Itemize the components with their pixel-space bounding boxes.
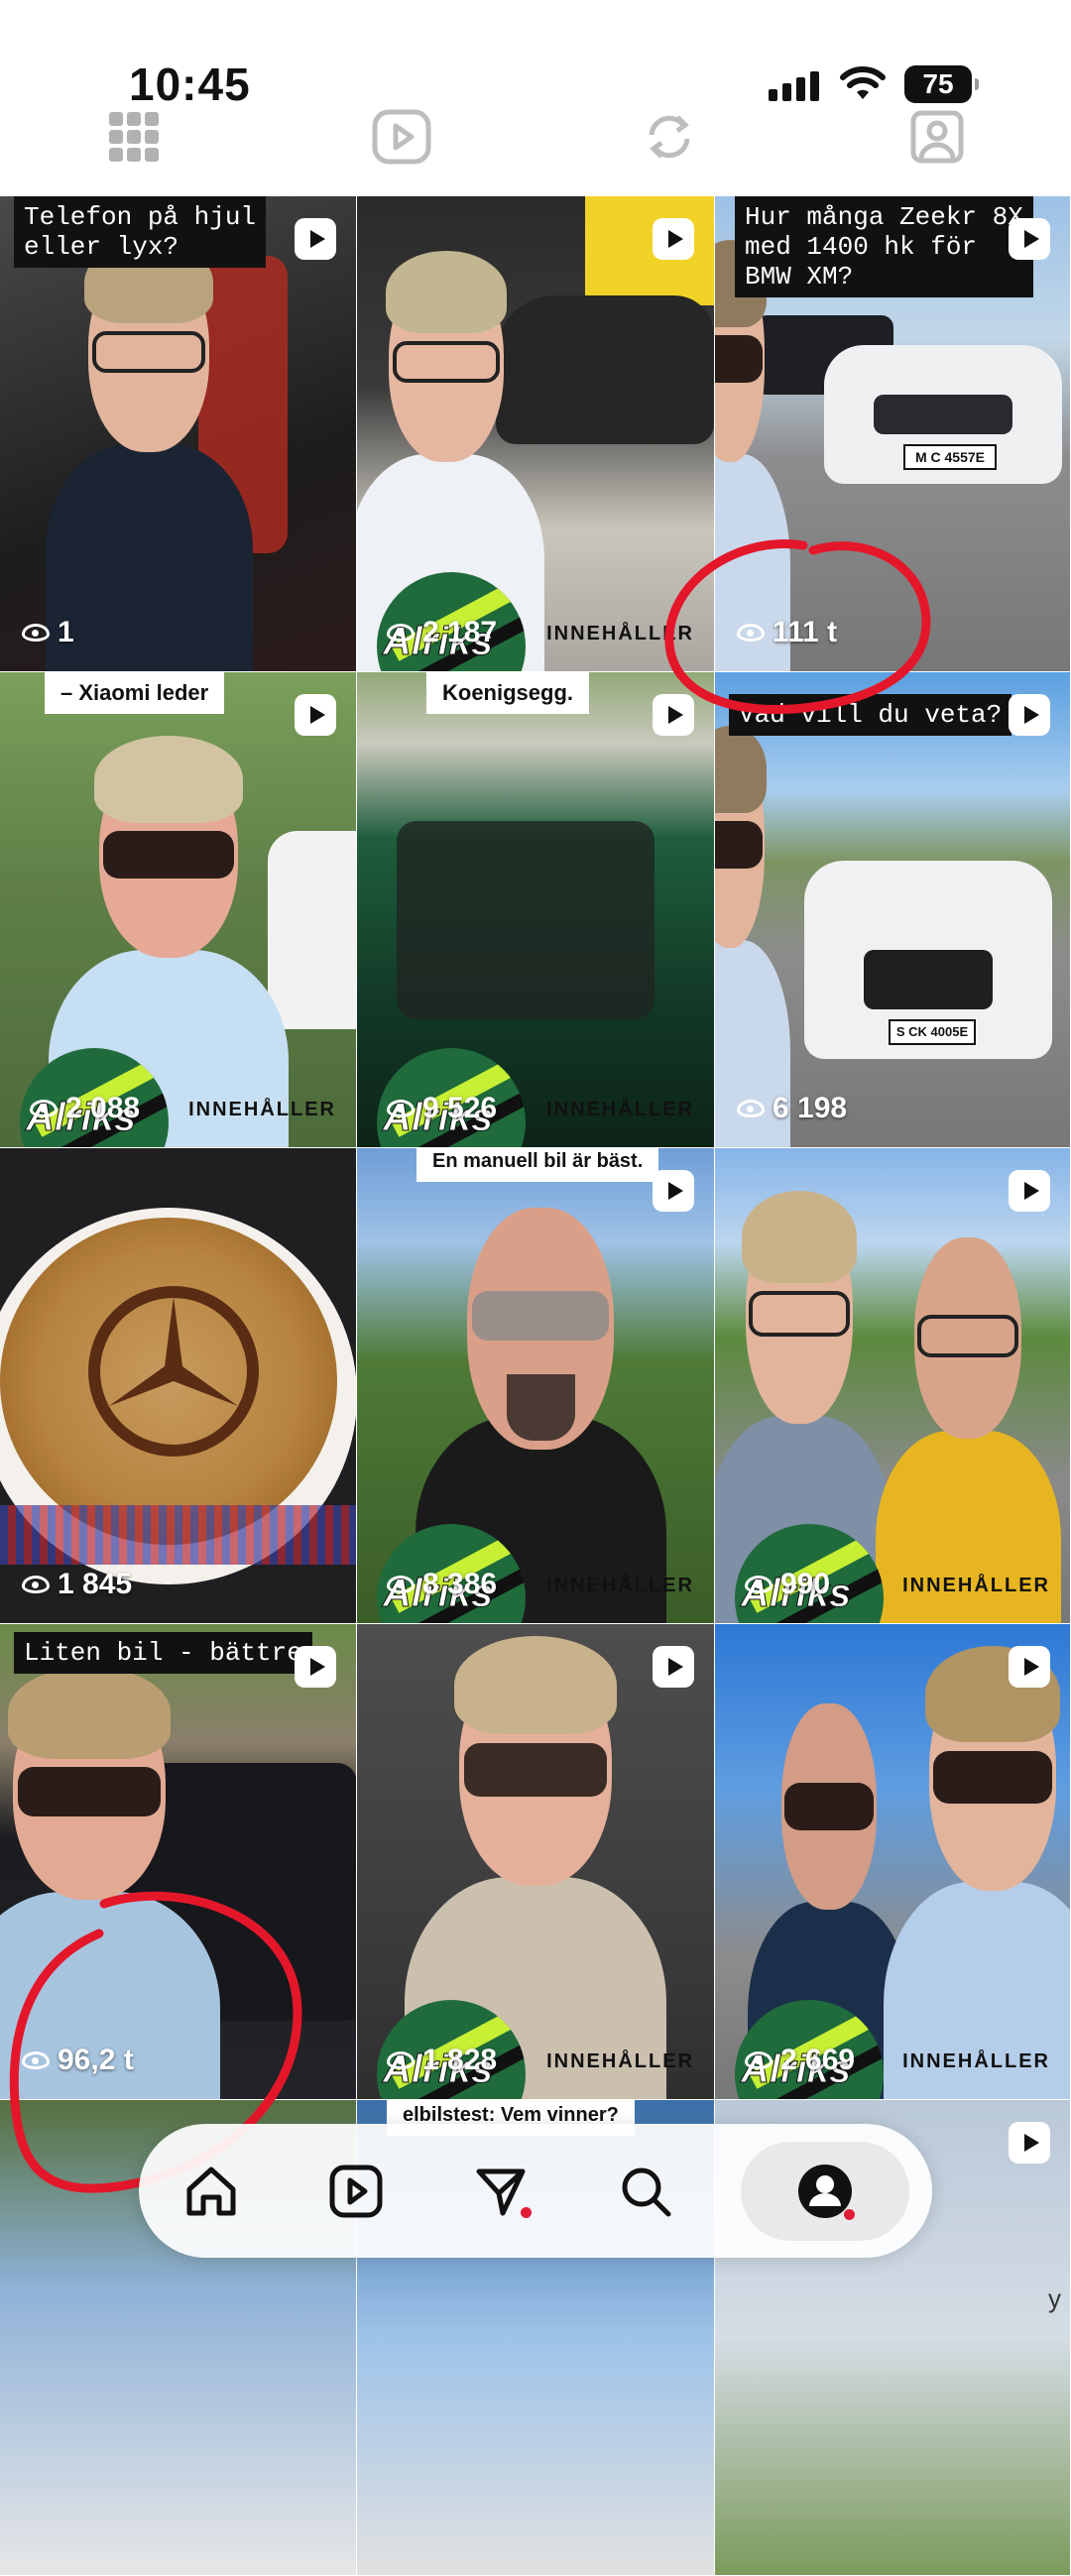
home-icon [186,2166,236,2215]
post-caption: Vad vill du veta? [729,694,1012,736]
reel-icon [1009,2122,1050,2164]
reel-icon [295,218,336,260]
post-caption: Telefon på hjul eller lyx? [14,196,267,268]
eye-icon [387,2051,415,2069]
tab-grid[interactable] [0,104,268,169]
ad-label: INNEHÅLLER [546,1099,694,1120]
reel-icon [1009,218,1050,260]
battery-icon: 75 [904,65,979,103]
post-tile[interactable]: – Xiaomi leder Alriks 2 088 INNEHÅLLER [0,672,357,1148]
tagged-icon [910,110,964,163]
view-count: 2 187 [387,616,497,649]
view-count: 990 [745,1568,830,1601]
reel-icon [1009,694,1050,736]
reel-icon [653,218,694,260]
post-tile[interactable]: S CK 4005E Vad vill du veta? 6 198 [715,672,1071,1148]
ad-label: INNEHÅLLER [902,1575,1050,1596]
reel-icon [295,1646,336,1688]
post-tile[interactable]: Alriks 1 828 INNEHÅLLER [357,1624,715,2100]
ad-label: INNEHÅLLER [546,623,694,644]
nav-profile[interactable] [741,2141,909,2241]
reel-icon [653,694,694,736]
eye-icon [387,1576,415,1593]
eye-icon [387,624,415,642]
nav-reels[interactable] [306,2142,406,2241]
reel-icon [295,694,336,736]
license-plate: S CK 4005E [889,1019,976,1045]
tab-reels[interactable] [268,104,536,169]
profile-content-tabs [0,104,1071,169]
eye-icon [22,624,50,642]
nav-direct-messages[interactable] [451,2142,550,2241]
post-tile[interactable]: Telefon på hjul eller lyx? 1 [0,196,357,672]
post-tile[interactable]: 1 845 [0,1148,357,1624]
reel-icon [653,1646,694,1688]
ad-label: INNEHÅLLER [546,2050,694,2072]
nav-home[interactable] [162,2142,261,2241]
cellular-signal-icon [769,71,819,101]
eye-icon [387,1100,415,1117]
post-caption: Liten bil - bättre [14,1632,312,1674]
eye-icon [22,1576,50,1593]
bottom-nav-bar [139,2124,932,2258]
eye-icon [22,2051,50,2069]
post-tile[interactable]: Alriks 2 669 INNEHÅLLER [715,1624,1071,2100]
search-icon [622,2167,671,2216]
ad-label: INNEHÅLLER [188,1099,336,1120]
view-count: 2 669 [745,2044,855,2077]
view-count: 96,2 t [22,2044,134,2077]
corner-glyph: y [1048,2283,1061,2313]
view-count: 8 386 [387,1568,497,1601]
notification-dot [521,2206,532,2218]
post-tile[interactable]: M C 4557E Hur många Zeekr 8X med 1400 hk… [715,196,1071,672]
tab-reposts[interactable] [536,104,803,169]
post-caption: – Xiaomi leder [45,672,225,714]
mercedes-star-icon [88,1286,259,1457]
reels-icon [329,2165,383,2217]
post-caption: Koenigsegg. [426,672,590,714]
tab-tagged[interactable] [803,104,1071,169]
view-count: 1 828 [387,2044,497,2077]
post-tile[interactable]: Koenigsegg. Alriks 9 526 INNEHÅLLER [357,672,715,1148]
post-tile[interactable]: Alriks 990 INNEHÅLLER [715,1148,1071,1624]
view-count: 9 526 [387,1092,497,1125]
notification-dot [844,2208,855,2220]
repost-icon [649,114,690,159]
view-count: 6 198 [737,1092,847,1125]
nav-search[interactable] [596,2142,695,2241]
ad-label: INNEHÅLLER [546,1575,694,1596]
view-count: 111 t [737,616,837,649]
reel-icon [1009,1170,1050,1212]
eye-icon [745,2051,773,2069]
post-caption: Hur många Zeekr 8X med 1400 hk för BMW X… [735,196,1033,297]
ad-label: INNEHÅLLER [902,2050,1050,2072]
view-count: 1 845 [22,1568,132,1601]
eye-icon [737,1100,765,1117]
post-tile[interactable]: Liten bil - bättre 96,2 t [0,1624,357,2100]
post-tile[interactable]: Alriks 2 187 INNEHÅLLER [357,196,715,672]
status-time: 10:45 [129,59,251,110]
eye-icon [737,624,765,642]
reel-icon [653,1170,694,1212]
wifi-icon [840,66,886,99]
eye-icon [745,1576,773,1593]
view-count: 2 088 [30,1092,140,1125]
post-caption: En manuell bil är bäst. [416,1148,659,1182]
view-count: 1 [22,616,74,649]
reels-tab-icon [372,109,431,164]
reel-icon [1009,1646,1050,1688]
grid-icon [109,111,159,162]
post-tile[interactable]: En manuell bil är bäst. Alriks 8 386 INN… [357,1148,715,1624]
license-plate: M C 4557E [903,444,997,470]
eye-icon [30,1100,58,1117]
